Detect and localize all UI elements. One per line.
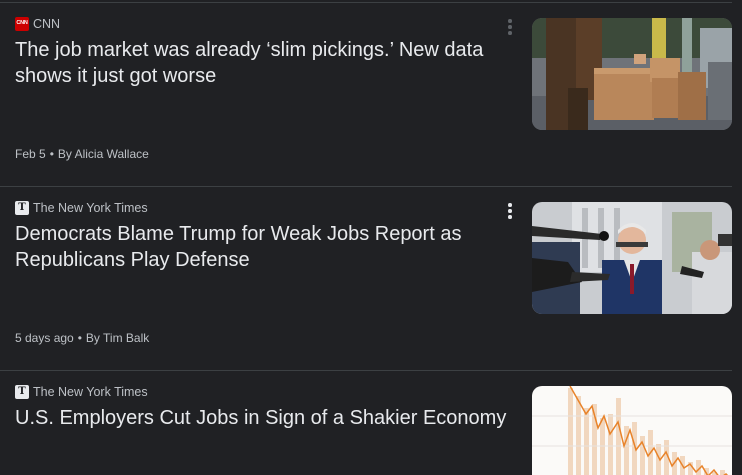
article-thumbnail[interactable] bbox=[532, 386, 732, 475]
article-headline[interactable]: Democrats Blame Trump for Weak Jobs Repo… bbox=[15, 221, 510, 273]
news-card[interactable]: T The New York Times Democrats Blame Tru… bbox=[0, 186, 742, 370]
nyt-logo-icon: T bbox=[15, 201, 29, 215]
source-name: The New York Times bbox=[33, 385, 148, 399]
source-name: The New York Times bbox=[33, 201, 148, 215]
cnn-logo-icon: CNN bbox=[15, 17, 29, 31]
article-author: By Tim Balk bbox=[85, 331, 150, 345]
article-source[interactable]: T The New York Times bbox=[15, 201, 148, 215]
source-name: CNN bbox=[33, 17, 61, 31]
article-author: By Alicia Wallace bbox=[57, 147, 149, 161]
article-source[interactable]: T The New York Times bbox=[15, 385, 148, 399]
article-date: 5 days ago bbox=[15, 331, 74, 345]
politician-press-scrum-image bbox=[532, 202, 732, 314]
article-source[interactable]: CNN CNN bbox=[15, 17, 60, 31]
delivery-worker-with-boxes-image bbox=[532, 18, 732, 130]
news-card[interactable]: CNN CNN The job market was already ‘slim… bbox=[0, 0, 742, 186]
article-date: Feb 5 bbox=[15, 147, 46, 161]
meta-separator: • bbox=[77, 331, 82, 345]
news-feed: CNN CNN The job market was already ‘slim… bbox=[0, 0, 742, 475]
more-options-icon[interactable] bbox=[500, 200, 520, 222]
article-meta: 5 days ago • By Tim Balk bbox=[15, 331, 149, 345]
jobs-chart-image bbox=[532, 386, 732, 475]
article-thumbnail[interactable] bbox=[532, 18, 732, 130]
news-card[interactable]: T The New York Times U.S. Employers Cut … bbox=[0, 370, 742, 475]
article-meta: Feb 5 • By Alicia Wallace bbox=[15, 147, 149, 161]
article-thumbnail[interactable] bbox=[532, 202, 732, 314]
nyt-logo-icon: T bbox=[15, 385, 29, 399]
more-options-icon[interactable] bbox=[500, 16, 520, 38]
article-headline[interactable]: The job market was already ‘slim picking… bbox=[15, 37, 510, 89]
article-headline[interactable]: U.S. Employers Cut Jobs in Sign of a Sha… bbox=[15, 405, 510, 431]
meta-separator: • bbox=[49, 147, 54, 161]
